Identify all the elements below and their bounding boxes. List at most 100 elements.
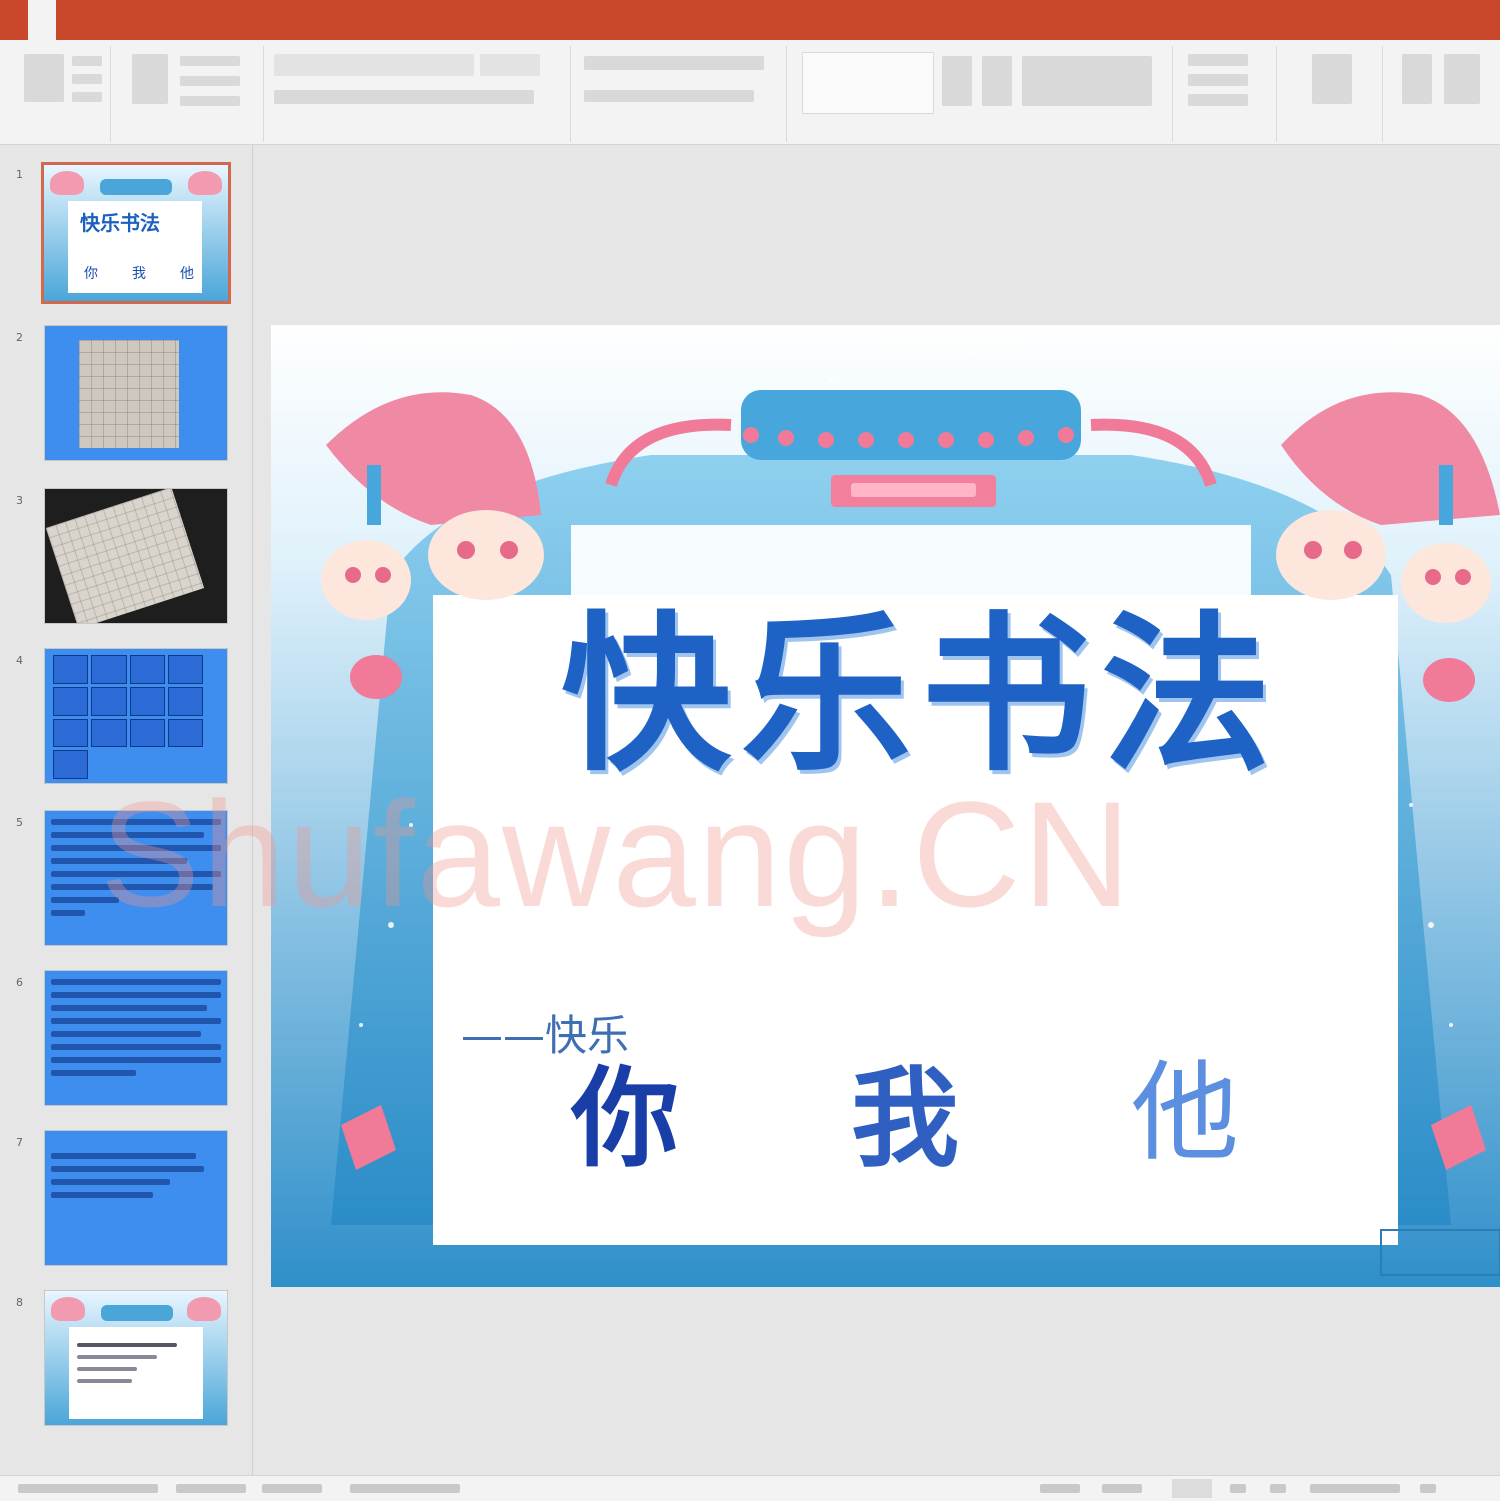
- cap-pink-plate-highlight: [851, 483, 976, 497]
- clipboard-group: [10, 46, 111, 142]
- find-button[interactable]: [1188, 54, 1248, 66]
- left-character-eye: [457, 541, 475, 559]
- tab-draw[interactable]: [84, 0, 112, 40]
- notes-button[interactable]: [350, 1484, 460, 1493]
- tab-insert[interactable]: [56, 0, 84, 40]
- tab-file[interactable]: [0, 0, 28, 40]
- zoom-slider[interactable]: [1310, 1484, 1400, 1493]
- tab-transitions[interactable]: [140, 0, 168, 40]
- slide-thumbnail-4[interactable]: [44, 648, 228, 784]
- cut-button[interactable]: [72, 56, 102, 66]
- title-bar: [0, 0, 1500, 40]
- slide-number: 2: [16, 331, 23, 344]
- tab-slideshow[interactable]: [196, 0, 224, 40]
- language-indicator[interactable]: [176, 1484, 246, 1493]
- replace-button[interactable]: [1188, 74, 1248, 86]
- text-lines: [51, 819, 221, 923]
- tab-record[interactable]: [224, 0, 252, 40]
- tab-review[interactable]: [252, 0, 280, 40]
- right-character-face: [1276, 510, 1386, 600]
- slide-subtitle[interactable]: ——快乐: [461, 1015, 629, 1057]
- new-slide-button[interactable]: [132, 54, 168, 104]
- frame-top-strip: [571, 525, 1251, 595]
- align-buttons[interactable]: [584, 90, 754, 102]
- shape-fill-outline[interactable]: [1022, 56, 1152, 106]
- list-buttons[interactable]: [584, 56, 764, 70]
- right-kitten-eye: [1455, 569, 1471, 585]
- fit-slide-button[interactable]: [1420, 1484, 1436, 1493]
- slide-thumbnail-6[interactable]: [44, 970, 228, 1106]
- tab-view[interactable]: [280, 0, 308, 40]
- tab-animations[interactable]: [168, 0, 196, 40]
- paragraph-group: [576, 46, 787, 142]
- slide-number: 8: [16, 1296, 23, 1309]
- slide-thumbnail-7[interactable]: [44, 1130, 228, 1266]
- slide-character-3[interactable]: 他: [1131, 1060, 1239, 1168]
- slide-thumbnail-5[interactable]: [44, 810, 228, 946]
- slide-thumbnail-1[interactable]: 快乐书法 你 我 他: [41, 162, 231, 304]
- tell-me-search[interactable]: [392, 0, 420, 40]
- right-heart-charm: [1423, 658, 1475, 702]
- font-format-buttons[interactable]: [274, 90, 534, 104]
- quick-styles-button[interactable]: [982, 56, 1012, 106]
- font-group: [270, 46, 571, 142]
- tab-design[interactable]: [112, 0, 140, 40]
- thumbnail-char: 我: [132, 266, 146, 282]
- accessibility-indicator[interactable]: [262, 1484, 322, 1493]
- slide-number: 3: [16, 494, 23, 507]
- left-kitten-eye: [375, 567, 391, 583]
- select-button[interactable]: [1188, 94, 1248, 106]
- frame-top-decoration: [100, 179, 172, 195]
- section-button[interactable]: [180, 96, 240, 106]
- layout-button[interactable]: [180, 56, 240, 66]
- left-heart-charm: [350, 655, 402, 699]
- add-ins-button[interactable]: [1402, 54, 1432, 104]
- slide-thumbnail-3[interactable]: [44, 488, 228, 624]
- right-kitten-eye: [1425, 569, 1441, 585]
- shapes-gallery[interactable]: [802, 52, 934, 114]
- format-painter-button[interactable]: [72, 92, 102, 102]
- current-slide[interactable]: 快乐书法 ——快乐 你 我 他: [271, 325, 1500, 1287]
- arrange-button[interactable]: [942, 56, 972, 106]
- normal-view-button[interactable]: [1102, 1484, 1142, 1493]
- ribbon-tabs: [0, 0, 420, 40]
- status-bar: [0, 1475, 1500, 1501]
- slide-number: 1: [16, 168, 23, 181]
- drawing-group: [792, 46, 1173, 142]
- calligraphy-grid-image: [79, 340, 179, 448]
- slide-thumbnail-8[interactable]: [44, 1290, 228, 1426]
- thumbnail-char: 他: [180, 266, 194, 282]
- reset-button[interactable]: [180, 76, 240, 86]
- tab-acrobat[interactable]: [336, 0, 364, 40]
- tab-extra[interactable]: [364, 0, 392, 40]
- tab-home[interactable]: [28, 0, 56, 40]
- dictate-button[interactable]: [1312, 54, 1352, 104]
- left-kitten-face: [321, 540, 411, 620]
- copy-button[interactable]: [72, 74, 102, 84]
- font-name-select[interactable]: [274, 54, 474, 76]
- comments-button[interactable]: [1040, 1484, 1080, 1493]
- designer-button[interactable]: [1444, 54, 1480, 104]
- slide-counter: [18, 1484, 158, 1493]
- reading-view-button[interactable]: [1230, 1484, 1246, 1493]
- slide-number: 4: [16, 654, 23, 667]
- text-lines: [51, 979, 221, 1083]
- pink-hat-decoration: [188, 171, 222, 195]
- slideshow-button[interactable]: [1270, 1484, 1286, 1493]
- font-size-select[interactable]: [480, 54, 540, 76]
- thumbnail-char: 你: [84, 266, 98, 282]
- slide-character-2[interactable]: 我: [851, 1065, 959, 1173]
- slide-thumbnails-pane: 1 快乐书法 你 我 他 2 3 4 5 6 7 8: [0, 145, 253, 1475]
- dictate-group: [1282, 46, 1383, 142]
- tab-help[interactable]: [308, 0, 336, 40]
- right-character-eye: [1304, 541, 1322, 559]
- slide-title[interactable]: 快乐书法: [521, 610, 1321, 780]
- slide-thumbnail-2[interactable]: [44, 325, 228, 461]
- slide-sorter-button[interactable]: [1172, 1479, 1212, 1498]
- slide-character-1[interactable]: 你: [571, 1065, 679, 1173]
- character-grid: [53, 655, 203, 779]
- slide-number: 5: [16, 816, 23, 829]
- thumbnail-title: 快乐书法: [80, 211, 160, 235]
- paste-button[interactable]: [24, 54, 64, 102]
- pink-hat-decoration: [51, 1297, 85, 1321]
